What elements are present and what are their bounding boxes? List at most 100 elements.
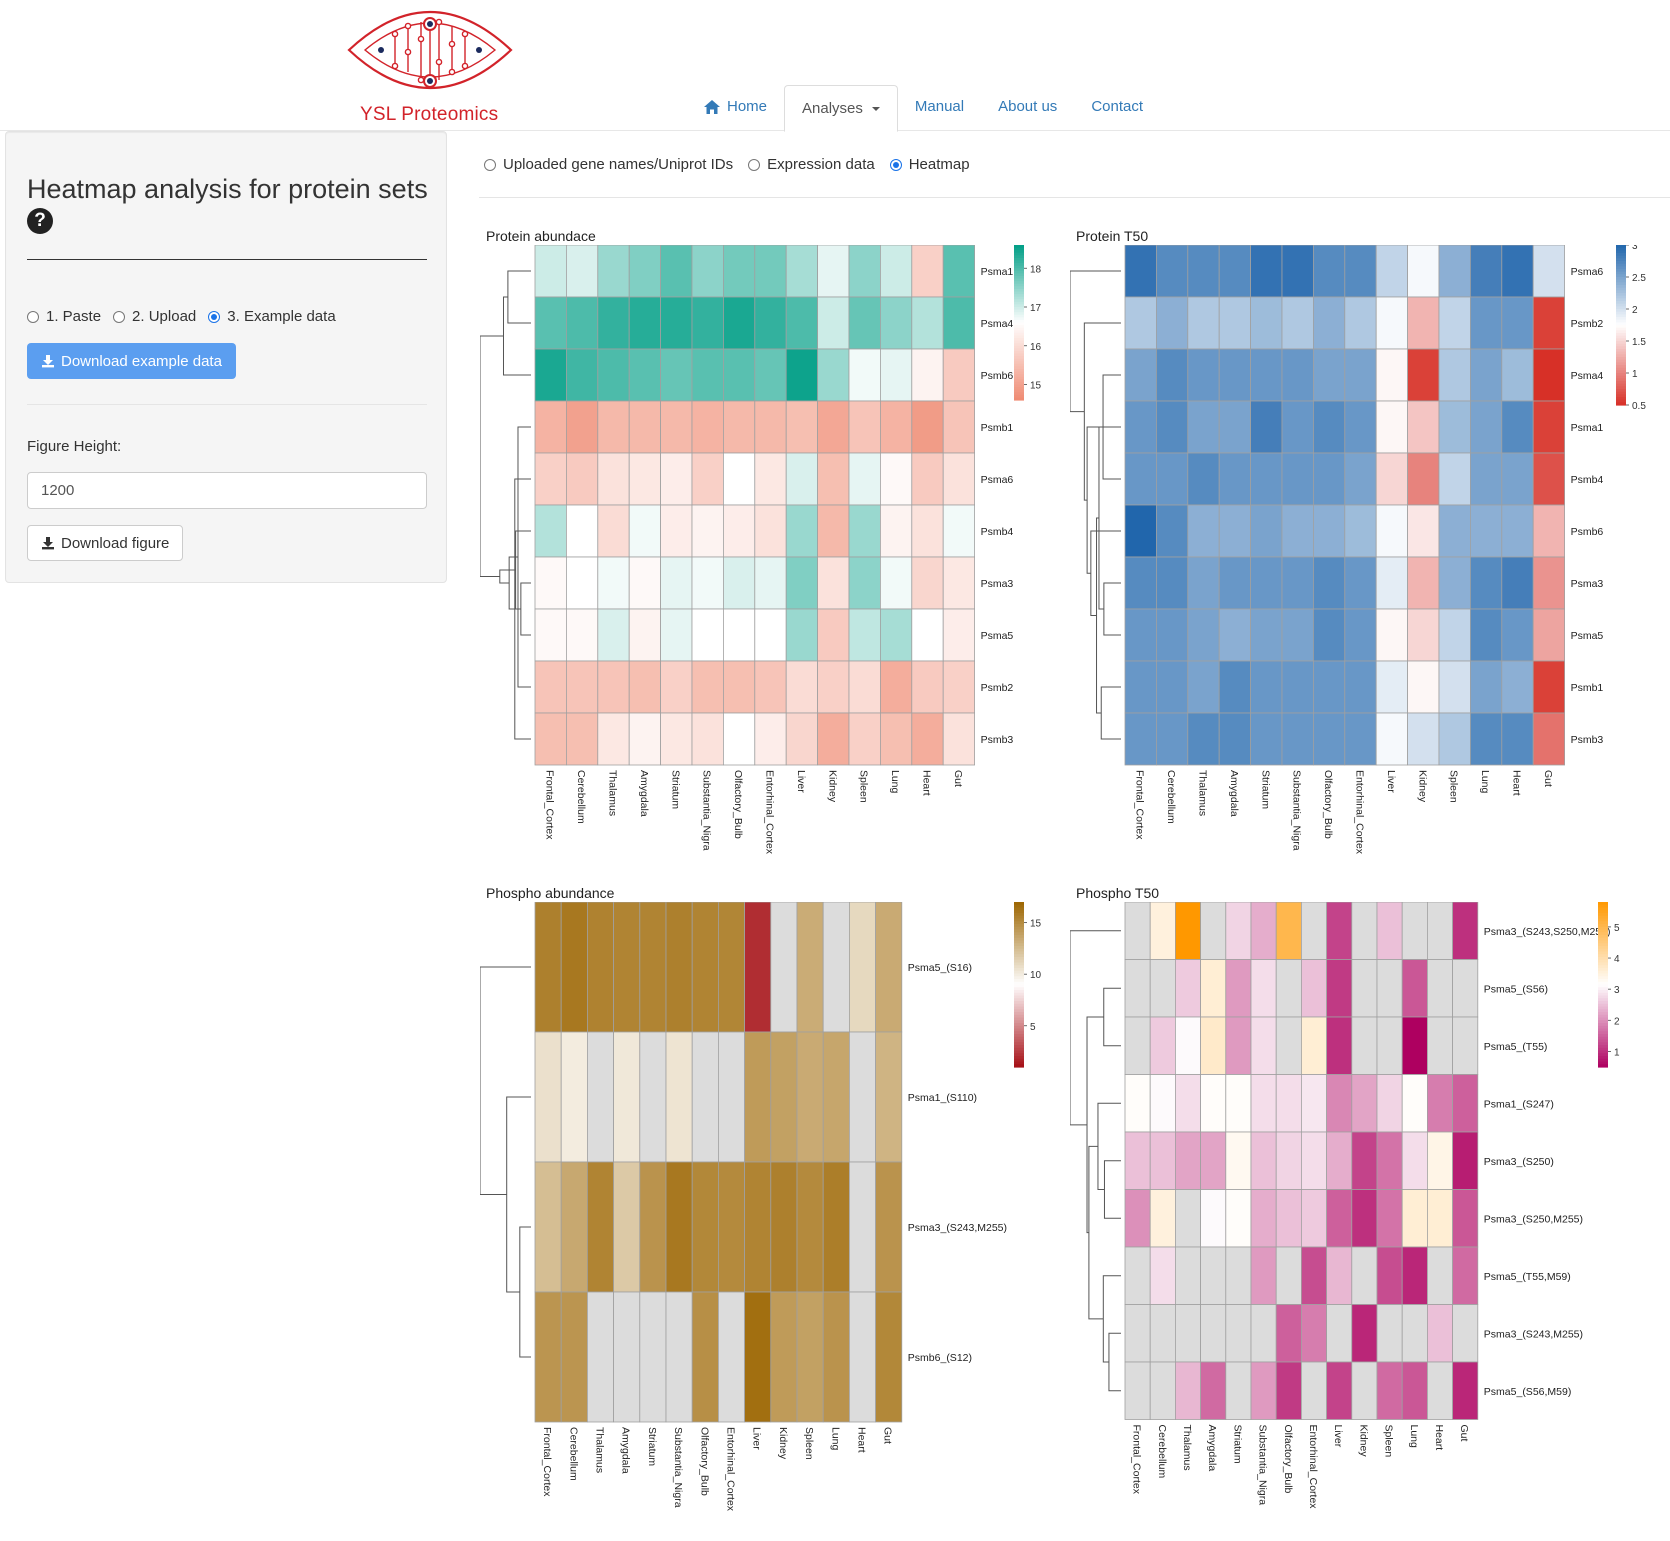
heatmap-cell: [754, 712, 787, 766]
heatmap-cell: [1344, 452, 1377, 506]
heatmap-cell: [722, 348, 756, 402]
heatmap-cell: [785, 712, 819, 766]
heatmap-cell: [691, 400, 724, 454]
heatmap-cell: [1175, 1016, 1202, 1075]
heatmap-cell: [1375, 660, 1409, 714]
radio-uploaded-ids[interactable]: Uploaded gene names/Uniprot IDs: [484, 156, 733, 173]
heatmap-cell: [566, 608, 599, 662]
heatmap-cell: [1225, 1189, 1252, 1248]
column-label: Amygdala: [620, 1427, 632, 1474]
heatmap-cell: [1312, 452, 1346, 506]
heatmap-cell: [1501, 245, 1534, 298]
radio-circle[interactable]: [27, 310, 39, 323]
nav-about[interactable]: About us: [981, 85, 1074, 129]
radio-circle-selected[interactable]: [889, 158, 902, 171]
heatmap-cell: [1149, 902, 1176, 960]
heatmap-cell: [1375, 245, 1409, 298]
heatmap-cell: [534, 608, 567, 662]
heatmap-cell: [566, 400, 599, 454]
heatmap-cell: [534, 712, 567, 766]
heatmap-cell: [817, 245, 850, 298]
legend-tick-label: 1.5: [1632, 337, 1646, 348]
heatmap-cell: [1156, 348, 1189, 402]
heatmap-cell: [879, 556, 913, 610]
heatmap-cell: [942, 712, 976, 766]
column-label: Kidney: [777, 1427, 789, 1460]
heatmap-cell: [1426, 959, 1453, 1018]
row-label: Psmb6_(S12): [908, 1352, 972, 1364]
download-example-button[interactable]: Download example data: [27, 343, 236, 379]
heatmap-cell: [1532, 608, 1566, 662]
radio-paste[interactable]: 1. Paste: [27, 308, 101, 325]
heatmap-cell: [534, 452, 567, 506]
heatmap-cell: [1250, 556, 1283, 610]
heatmap-cell: [879, 245, 913, 298]
radio-circle-selected[interactable]: [208, 310, 221, 323]
radio-example-data[interactable]: 3. Example data: [208, 308, 336, 325]
heatmap-cell: [1187, 296, 1220, 350]
radio-expression-label: Expression data: [767, 156, 875, 173]
legend-tick-label: 18: [1030, 264, 1042, 275]
heatmap-cell: [942, 608, 976, 662]
heatmap-cell: [1300, 1131, 1327, 1190]
heatmap-cell: [1156, 452, 1189, 506]
column-label: Liver: [1385, 770, 1397, 793]
column-label: Spleen: [803, 1427, 815, 1460]
column-label: Olfactory_Bulb: [1282, 1425, 1294, 1494]
row-label: Psmb3: [1571, 734, 1604, 746]
heatmap-cell: [1281, 608, 1314, 662]
column-label: Striatum: [669, 770, 681, 809]
heatmap-cell: [1426, 1016, 1453, 1075]
radio-heatmap[interactable]: Heatmap: [889, 156, 970, 173]
radio-circle[interactable]: [484, 158, 496, 171]
column-label: Entorhinal_Cortex: [1354, 770, 1366, 855]
heatmap-cell: [1156, 556, 1189, 610]
heatmap-cell: [691, 712, 724, 766]
heatmap-cell: [1326, 1189, 1353, 1248]
heatmap-cell: [942, 556, 976, 610]
heatmap-cell: [1124, 504, 1157, 558]
heatmap-cell: [744, 1291, 772, 1423]
column-label: Lung: [1479, 770, 1491, 794]
radio-circle[interactable]: [113, 310, 126, 323]
column-label: Gut: [952, 770, 964, 787]
heatmap-cell: [1375, 400, 1409, 454]
radio-expression-data[interactable]: Expression data: [748, 156, 875, 173]
heatmap-cell: [587, 1031, 615, 1163]
nav-manual[interactable]: Manual: [898, 85, 981, 129]
heatmap-cell: [660, 245, 693, 298]
heatmap-cell: [1124, 452, 1157, 506]
heatmap-cell: [848, 245, 881, 298]
heatmap-cell: [848, 1161, 876, 1293]
figure-height-input[interactable]: 1200: [27, 472, 427, 509]
heatmap-cell: [660, 556, 693, 610]
heatmap-cell: [1175, 1304, 1202, 1363]
heatmap-cell: [1344, 608, 1377, 662]
radio-circle[interactable]: [748, 158, 761, 171]
heatmap-cell: [1452, 1189, 1479, 1248]
help-icon[interactable]: ?: [27, 208, 53, 234]
nav-contact[interactable]: Contact: [1074, 85, 1160, 129]
column-label: Striatum: [1231, 1425, 1243, 1464]
column-label: Lung: [1408, 1425, 1420, 1449]
download-figure-button[interactable]: Download figure: [27, 525, 184, 561]
row-dendrogram: [1070, 930, 1121, 1392]
heatmap-cell: [1149, 1131, 1176, 1190]
column-label: Cerebellum: [1165, 770, 1177, 824]
radio-upload[interactable]: 2. Upload: [113, 308, 196, 325]
heatmap-cell: [1351, 959, 1378, 1018]
heatmap-cell: [1426, 1074, 1453, 1133]
heatmap-cell: [1250, 296, 1283, 350]
heatmap-cell: [534, 245, 567, 298]
heatmap-cell: [717, 1291, 745, 1423]
heatmap-cell: [587, 902, 615, 1033]
heatmap-cell: [1501, 504, 1534, 558]
nav-home[interactable]: Home: [686, 85, 784, 129]
legend-tick-label: 5: [1030, 1022, 1036, 1033]
nav-analyses[interactable]: Analyses: [784, 85, 898, 132]
row-dendrogram: [1070, 270, 1121, 740]
heatmap-cell: [613, 1161, 641, 1293]
dendrogram-branch: [499, 569, 516, 584]
heatmap-cell: [722, 608, 756, 662]
heatmap-cell: [1344, 348, 1377, 402]
